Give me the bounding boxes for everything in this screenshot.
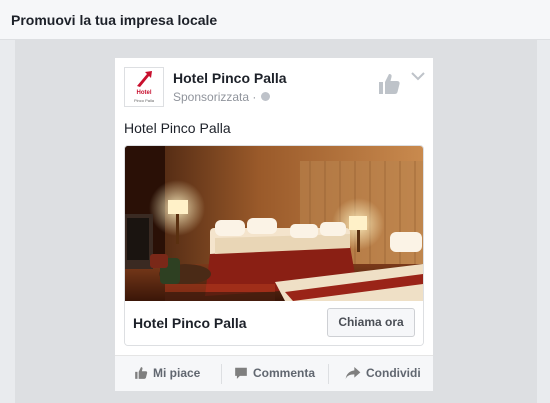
page-avatar[interactable]: Hotel Pinco Palla [124, 67, 164, 107]
comment-icon [235, 367, 247, 379]
page-title: Promuovi la tua impresa locale [11, 12, 218, 28]
share-icon [345, 366, 361, 379]
cta-title[interactable]: Hotel Pinco Palla [133, 315, 247, 331]
sponsored-post: Hotel Pinco Palla Hotel Pinco Palla Spon… [114, 57, 434, 392]
like-action[interactable]: Mi piace [134, 356, 200, 390]
sponsored-label: Sponsorizzata · [173, 90, 257, 104]
like-label: Mi piace [153, 366, 201, 380]
comment-action[interactable]: Commenta [234, 356, 315, 390]
share-label: Condividi [366, 366, 421, 380]
hotel-logo-icon [137, 71, 152, 87]
logo-text-name: Pinco Palla [133, 98, 154, 103]
comment-label: Commenta [253, 366, 316, 380]
divider [221, 364, 222, 384]
chevron-down-icon[interactable] [411, 72, 425, 82]
top-bar: Promuovi la tua impresa locale [0, 0, 550, 40]
post-message: Hotel Pinco Palla [124, 120, 231, 136]
call-now-button[interactable]: Chiama ora [327, 308, 415, 337]
divider [328, 364, 329, 384]
hotel-room-photo [125, 146, 423, 301]
logo-text-hotel: Hotel [136, 90, 152, 96]
ad-media[interactable]: Hotel Pinco Palla Chiama ora [124, 145, 424, 346]
thumbs-up-icon [135, 366, 148, 379]
share-action[interactable]: Condividi [345, 356, 421, 390]
like-page-icon[interactable] [377, 72, 401, 96]
cta-bar: Hotel Pinco Palla Chiama ora [125, 301, 423, 345]
page-name-link[interactable]: Hotel Pinco Palla [173, 70, 287, 86]
globe-icon [261, 92, 270, 101]
action-bar: Mi piace Commenta Condividi [115, 355, 433, 391]
